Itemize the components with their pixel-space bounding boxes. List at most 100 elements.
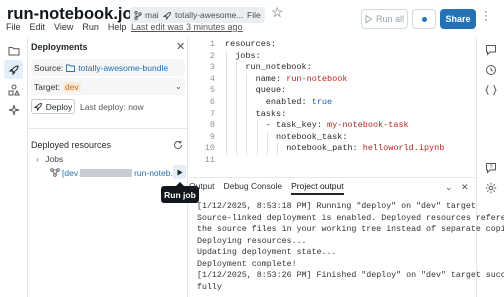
yaml-value: my-notebook-task: [327, 120, 409, 131]
redacted-text: [80, 168, 133, 177]
line-number: 4: [209, 73, 215, 84]
chevron-right-icon: ›: [36, 154, 39, 164]
tab-output[interactable]: Output: [189, 181, 215, 195]
bundle-chip[interactable]: totally-awesome...: [159, 7, 248, 23]
yaml-key: tasks:: [225, 108, 287, 119]
yaml-key: notebook_task:: [225, 131, 348, 142]
yaml-key: run_notebook:: [225, 62, 312, 73]
job-item[interactable]: [dev run-noteb...: [50, 165, 187, 180]
divider: [28, 128, 188, 129]
line-number: 3: [209, 62, 215, 73]
more-options-icon[interactable]: · · ·: [482, 7, 490, 26]
line-number: 10: [204, 143, 215, 154]
line-number: 2: [209, 50, 215, 61]
history-icon[interactable]: [483, 62, 499, 78]
code-line: - task_key: my-notebook-task: [225, 120, 409, 130]
deploy-label: Deploy: [45, 101, 73, 112]
comment-icon[interactable]: [483, 42, 499, 58]
indent-guide: [256, 120, 258, 155]
play-icon: [365, 15, 372, 23]
yaml-value: true: [311, 97, 333, 107]
compute-status-button[interactable]: [412, 9, 436, 29]
settings-icon[interactable]: [483, 180, 499, 196]
variables-icon[interactable]: [483, 82, 499, 98]
status-dot-icon: [421, 16, 427, 22]
yaml-key: enabled:: [225, 97, 312, 107]
code-line: notebook_path: helloworld.ipynb: [225, 143, 444, 153]
last-deploy-status: Last deploy: now: [80, 102, 144, 112]
refresh-icon[interactable]: [173, 137, 183, 155]
yaml-key: name:: [225, 73, 287, 84]
line-number: 1: [209, 39, 215, 49]
yaml-key: jobs:: [225, 50, 261, 61]
tab-debug-console[interactable]: Debug Console: [224, 181, 283, 195]
last-edit-link[interactable]: Last edit was 3 minutes ago: [131, 22, 243, 32]
line-number: 8: [209, 120, 215, 131]
menu-view[interactable]: View: [54, 22, 73, 32]
folder-icon[interactable]: [4, 41, 23, 60]
close-icon[interactable]: ✕: [461, 182, 469, 193]
play-icon: [177, 169, 182, 175]
yaml-value: helloworld.ipynb: [362, 143, 445, 154]
yaml-key: - task_key:: [225, 120, 328, 131]
project-output-log: [1/12/2025, 8:53:18 PM] Running "deploy"…: [197, 202, 504, 292]
bundle-label: totally-awesome...: [175, 10, 244, 20]
deployed-resources-heading: Deployed resources: [31, 140, 112, 150]
menu-run[interactable]: Run: [82, 22, 99, 32]
indent-guide: [266, 131, 268, 155]
jobs-label: Jobs: [45, 154, 64, 164]
indent-guide: [246, 73, 248, 155]
output-panel: Output Debug Console Project output ⌄ ✕ …: [189, 177, 504, 297]
code-line: jobs:: [225, 51, 261, 61]
yaml-key: queue:: [225, 85, 287, 96]
right-rail: ?: [476, 37, 504, 297]
source-label: Source:: [34, 62, 64, 73]
code-line: run_notebook:: [225, 62, 312, 73]
source-row: Source: totally-awesome-bundle: [31, 59, 185, 76]
line-number: 5: [209, 85, 215, 96]
minimize-icon[interactable]: ⌄: [445, 182, 453, 193]
deployments-rocket-icon[interactable]: [4, 60, 23, 79]
assistant-sparkle-icon[interactable]: [4, 100, 23, 119]
menu-file[interactable]: File: [6, 22, 21, 32]
run-job-button[interactable]: [173, 165, 186, 179]
panel-title: Deployments: [31, 42, 88, 52]
yaml-value: run-notebook: [286, 73, 348, 84]
job-name-prefix: [dev: [62, 167, 79, 178]
menu-edit[interactable]: Edit: [30, 22, 46, 32]
close-icon[interactable]: ✕: [176, 40, 185, 53]
target-select[interactable]: Target: dev ⌄: [31, 78, 185, 95]
run-all-button[interactable]: Run all: [361, 9, 408, 29]
tab-project-output[interactable]: Project output: [291, 181, 344, 195]
menu-help[interactable]: Help: [108, 22, 127, 32]
code-line: notebook_task:: [225, 132, 347, 142]
deploy-button[interactable]: Deploy: [31, 99, 75, 114]
help-icon[interactable]: ?: [483, 160, 499, 176]
line-number: 11: [204, 155, 215, 165]
menu-bar: File Edit View Run Help: [6, 22, 135, 32]
shapes-icon[interactable]: [4, 80, 23, 99]
target-label: Target:: [34, 81, 60, 92]
indent-guide: [226, 50, 227, 155]
code-line: queue:: [225, 85, 287, 96]
code-line: resources:: [225, 39, 276, 49]
chevron-down-icon: ⌄: [174, 81, 182, 91]
jobs-group[interactable]: › Jobs: [36, 154, 63, 164]
star-icon[interactable]: ☆: [271, 4, 284, 21]
line-number: 9: [209, 131, 215, 142]
file-chip[interactable]: File: [243, 7, 265, 23]
indent-guide: [236, 62, 238, 155]
file-chip-label: File: [247, 10, 261, 20]
target-value: dev: [63, 81, 81, 92]
source-link[interactable]: totally-awesome-bundle: [78, 63, 168, 73]
code-line: enabled: true: [225, 97, 332, 107]
git-branch-icon: [134, 10, 142, 20]
left-rail: [0, 37, 28, 297]
code-editor[interactable]: 1 resources: 2 jobs: 3 run_notebook: 4 name:…: [189, 37, 476, 177]
line-number: 6: [209, 97, 215, 107]
deployments-panel: Deployments ✕ Source: totally-awesome-bu…: [28, 37, 188, 297]
run-all-label: Run all: [375, 14, 404, 24]
share-button[interactable]: Share: [440, 9, 476, 29]
rocket-icon: [163, 11, 171, 20]
rocket-icon: [33, 103, 42, 111]
